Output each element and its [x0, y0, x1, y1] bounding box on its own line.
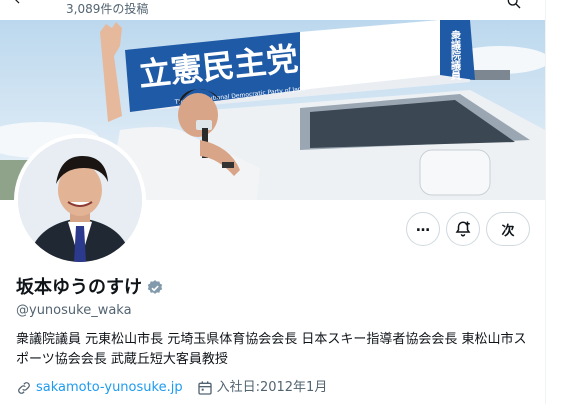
- calendar-icon: [197, 381, 212, 395]
- arrow-left-icon[interactable]: [12, 0, 26, 6]
- post-count: 3,089件の投稿: [66, 2, 149, 16]
- bell-plus-icon: [455, 221, 471, 237]
- bio: 衆議院議員 元東松山市長 元埼玉県体育協会会長 日本スキー指導者協会会長 東松山…: [16, 332, 527, 367]
- display-name: 坂本ゆうのすけ: [16, 277, 142, 298]
- search-icon[interactable]: [506, 0, 522, 10]
- verified-badge-icon: [147, 280, 163, 294]
- top-bar: 3,089件の投稿: [0, 0, 565, 20]
- more-button[interactable]: …: [406, 212, 440, 246]
- next-button[interactable]: 次: [486, 212, 530, 246]
- website-link[interactable]: sakamoto-yunosuke.jp: [36, 379, 183, 397]
- joined-date: 入社日:2012年1月: [216, 380, 328, 395]
- column-divider: [545, 0, 546, 404]
- handle: @yunosuke_waka: [16, 303, 132, 318]
- link-icon: [18, 382, 30, 394]
- avatar[interactable]: [14, 134, 146, 266]
- profile-meta: sakamoto-yunosuke.jp 入社日:2012年1月: [16, 379, 327, 397]
- more-icon: …: [416, 219, 430, 235]
- notify-button[interactable]: [446, 212, 480, 246]
- avatar-photo: [18, 138, 142, 262]
- name-row: 坂本ゆうのすけ: [16, 276, 164, 300]
